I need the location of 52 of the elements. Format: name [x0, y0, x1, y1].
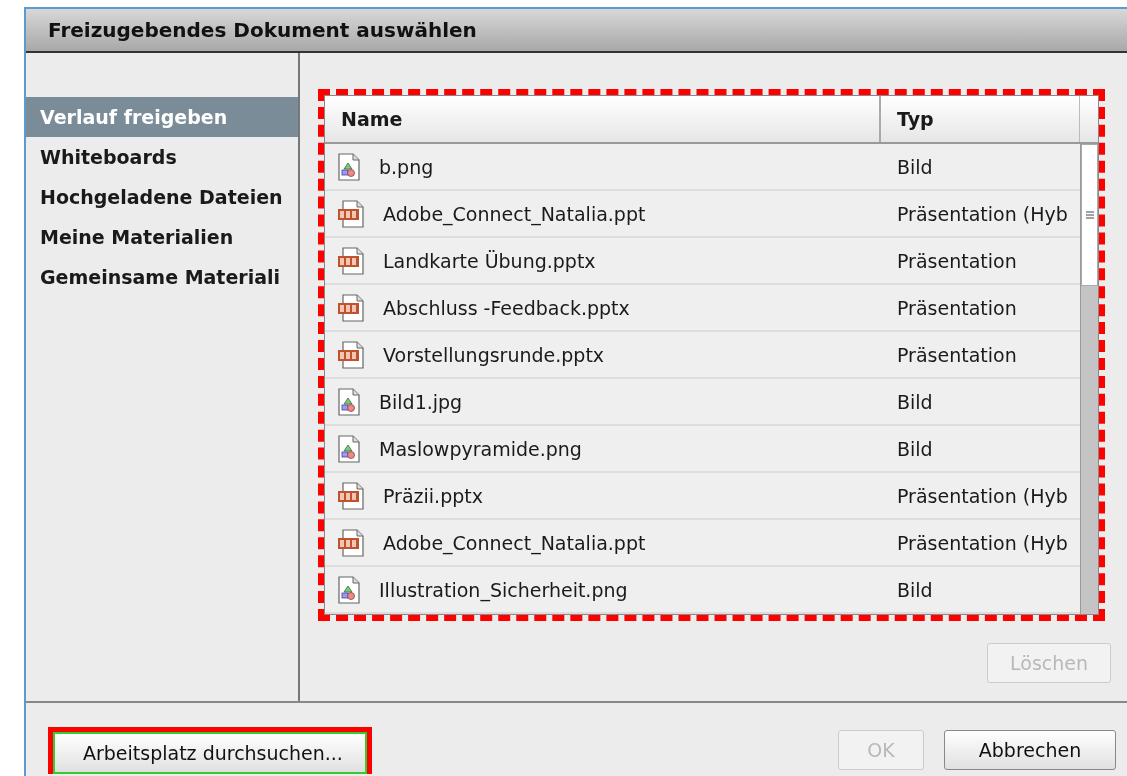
presentation-file-icon [337, 293, 365, 322]
file-type: Bild [897, 390, 933, 413]
browse-button[interactable]: Arbeitsplatz durchsuchen... [53, 732, 367, 774]
file-type: Präsentation [897, 343, 1017, 366]
window-title: Freizugebendes Dokument auswählen [26, 9, 1127, 53]
file-name: Landkarte Übung.pptx [383, 249, 596, 272]
table-row[interactable]: Adobe_Connect_Natalia.ppt Präsentation (Hyb [325, 520, 1080, 567]
file-type: Bild [897, 578, 933, 601]
presentation-file-icon [337, 246, 365, 275]
table-row[interactable]: Maslowpyramide.png Bild [325, 426, 1080, 473]
file-name: Adobe_Connect_Natalia.ppt [383, 531, 646, 554]
table-row[interactable]: Landkarte Übung.pptx Präsentation [325, 238, 1080, 285]
grip-icon [1085, 211, 1094, 219]
file-name: Vorstellungsrunde.pptx [383, 343, 605, 366]
file-name: b.png [379, 155, 434, 178]
table-row[interactable]: b.png Bild [325, 144, 1080, 191]
table-row[interactable]: Vorstellungsrunde.pptx Präsentation [325, 332, 1080, 379]
presentation-file-icon [337, 340, 365, 369]
cancel-button[interactable]: Abbrechen [944, 730, 1116, 770]
image-file-icon [337, 387, 361, 416]
file-name: Illustration_Sicherheit.png [379, 578, 628, 601]
column-header[interactable]: Typ [881, 96, 1080, 142]
file-type: Präsentation (Hyb [897, 531, 1068, 554]
file-name: Abschluss -Feedback.pptx [383, 296, 630, 319]
file-type: Präsentation (Hyb [897, 484, 1068, 507]
table-row[interactable]: Bild1.jpg Bild [325, 379, 1080, 426]
file-type: Präsentation (Hyb [897, 202, 1068, 225]
file-name: Bild1.jpg [379, 390, 463, 413]
scrollbar[interactable] [1080, 144, 1098, 614]
table-row[interactable]: Präzii.pptx Präsentation (Hyb [325, 473, 1080, 520]
sidebar-item[interactable]: Meine Materialien [26, 217, 298, 257]
presentation-file-icon [337, 528, 365, 557]
file-name: Präzii.pptx [383, 484, 483, 507]
table-row[interactable]: Abschluss -Feedback.pptx Präsentation [325, 285, 1080, 332]
column-header[interactable]: Name [325, 96, 881, 142]
scroll-thumb[interactable] [1081, 144, 1098, 286]
image-file-icon [337, 152, 361, 181]
presentation-file-icon [337, 481, 365, 510]
file-type: Bild [897, 155, 933, 178]
file-type: Präsentation [897, 249, 1017, 272]
presentation-file-icon [337, 199, 365, 228]
file-type: Präsentation [897, 296, 1017, 319]
file-type: Bild [897, 437, 933, 460]
table-row[interactable]: Illustration_Sicherheit.png Bild [325, 567, 1080, 614]
image-file-icon [337, 434, 361, 463]
image-file-icon [337, 575, 361, 604]
file-name: Maslowpyramide.png [379, 437, 582, 460]
table-row[interactable]: Adobe_Connect_Natalia.ppt Präsentation (Hyb [325, 191, 1080, 238]
sidebar-item[interactable]: Gemeinsame Materiali [26, 257, 298, 297]
sidebar-item[interactable]: Hochgeladene Dateien [26, 177, 298, 217]
file-name: Adobe_Connect_Natalia.ppt [383, 202, 646, 225]
sidebar-item[interactable]: Whiteboards [26, 137, 298, 177]
